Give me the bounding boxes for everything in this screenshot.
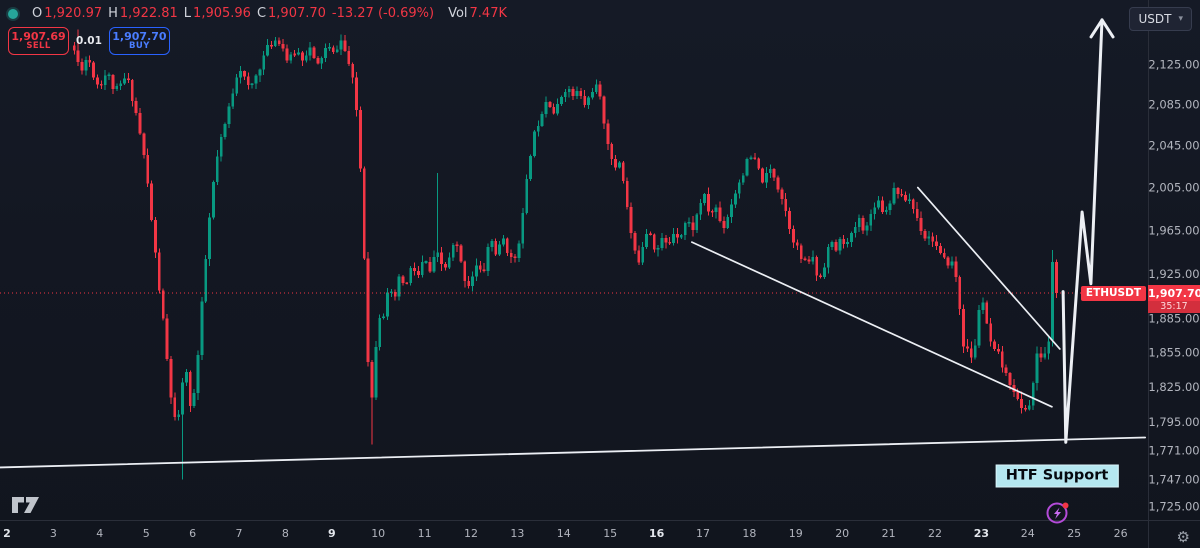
open-label: O (32, 6, 43, 21)
price-axis-label: 2,045.00 (1148, 139, 1199, 153)
price-axis-label: 1,747.00 (1148, 473, 1199, 487)
time-axis-label: 22 (928, 527, 942, 540)
volume-value: 7.47K (469, 6, 508, 21)
time-axis-label: 4 (96, 527, 103, 540)
price-axis-label: 1,771.00 (1148, 444, 1199, 458)
price-axis-label: 1,725.00 (1148, 499, 1199, 513)
currency-selector[interactable]: USDT ▾ (1129, 7, 1192, 31)
candle-countdown: 35:17 (1148, 301, 1200, 313)
time-axis-label: 13 (510, 527, 524, 540)
time-axis-label: 17 (696, 527, 710, 540)
time-axis-label: 12 (464, 527, 478, 540)
currency-selector-label: USDT (1138, 12, 1172, 26)
time-axis-label: 7 (236, 527, 243, 540)
time-axis-label: 5 (143, 527, 150, 540)
time-axis-label: 8 (282, 527, 289, 540)
candles (72, 29, 1058, 480)
time-axis-label: 15 (603, 527, 617, 540)
last-price-tag: ETHUSDT 1,907.70 35:17 (1000, 285, 1200, 313)
time-axis-label: 14 (557, 527, 571, 540)
close-label: C (256, 6, 267, 21)
price-axis-label: 1,855.00 (1148, 345, 1199, 359)
high-value: 1,922.81 (119, 6, 178, 21)
time-axis-label: 19 (789, 527, 803, 540)
price-axis-label: 2,125.00 (1148, 57, 1199, 71)
tradingview-logo[interactable] (11, 495, 41, 515)
time-axis-label: 26 (1114, 527, 1128, 540)
time-axis-label: 24 (1021, 527, 1035, 540)
open-value: 1,920.97 (44, 6, 103, 21)
symbol-badge: ETHUSDT (1080, 285, 1146, 301)
ohlc-legend: O 1,920.97 H 1,922.81 L 1,905.96 C 1,907… (8, 6, 507, 21)
sell-label: SELL (26, 41, 51, 52)
chevron-down-icon: ▾ (1178, 14, 1183, 24)
buy-label: BUY (129, 41, 150, 52)
time-axis-label: 6 (189, 527, 196, 540)
order-panel: 1,907.69 SELL 0.01 1,907.70 BUY (8, 27, 170, 55)
close-value: 1,907.70 (268, 6, 326, 21)
buy-button[interactable]: 1,907.70 BUY (108, 27, 170, 55)
time-axis[interactable]: 2 3 4 5 6 7 8 9 10 11 12 13 14 15 16 17 18 19 20 21 22 23 24 25… (3, 527, 1127, 540)
tradingview-chart-window: 2,125.00 2,085.00 2,045.00 2,005.00 1,965.00… (0, 0, 1200, 548)
resistance-trendline-2[interactable] (916, 186, 1061, 350)
last-price-value: 1,907.70 (1148, 285, 1200, 301)
time-axis-label: 18 (742, 527, 756, 540)
symbol-status-dot (8, 8, 18, 19)
resistance-trendline-1[interactable] (691, 241, 1053, 408)
time-axis-label: 9 (328, 527, 336, 540)
price-axis-label: 1,965.00 (1148, 223, 1199, 237)
time-axis-label: 2 (3, 527, 11, 540)
gear-icon[interactable]: ⚙ (1177, 528, 1190, 546)
time-axis-label: 16 (649, 527, 665, 540)
high-label: H (108, 6, 118, 21)
low-label: L (183, 6, 192, 21)
time-axis-label: 10 (371, 527, 385, 540)
price-axis-label: 1,825.00 (1148, 380, 1199, 394)
price-axis-label: 1,795.00 (1148, 415, 1199, 429)
low-value: 1,905.96 (193, 6, 251, 21)
time-axis-label: 11 (418, 527, 432, 540)
htf-support-annotation[interactable]: HTF Support (995, 464, 1119, 488)
time-axis-label: 21 (882, 527, 896, 540)
lightning-icon[interactable] (1044, 499, 1072, 531)
time-axis-label: 20 (835, 527, 849, 540)
time-axis-label: 23 (974, 527, 989, 540)
sell-button[interactable]: 1,907.69 SELL (8, 27, 69, 55)
spread-value: 0.01 (76, 35, 102, 47)
change-value: -13.27 (-0.69%) (331, 6, 435, 21)
price-axis-label: 2,085.00 (1148, 98, 1199, 112)
price-axis-label: 1,925.00 (1148, 267, 1199, 281)
time-axis-label: 3 (50, 527, 57, 540)
volume-label: Vol (448, 6, 468, 21)
price-axis-label: 2,005.00 (1148, 181, 1199, 195)
projection-arrow[interactable] (1061, 18, 1104, 444)
price-axis-label: 1,885.00 (1148, 311, 1199, 325)
support-trendline[interactable] (0, 436, 1147, 469)
